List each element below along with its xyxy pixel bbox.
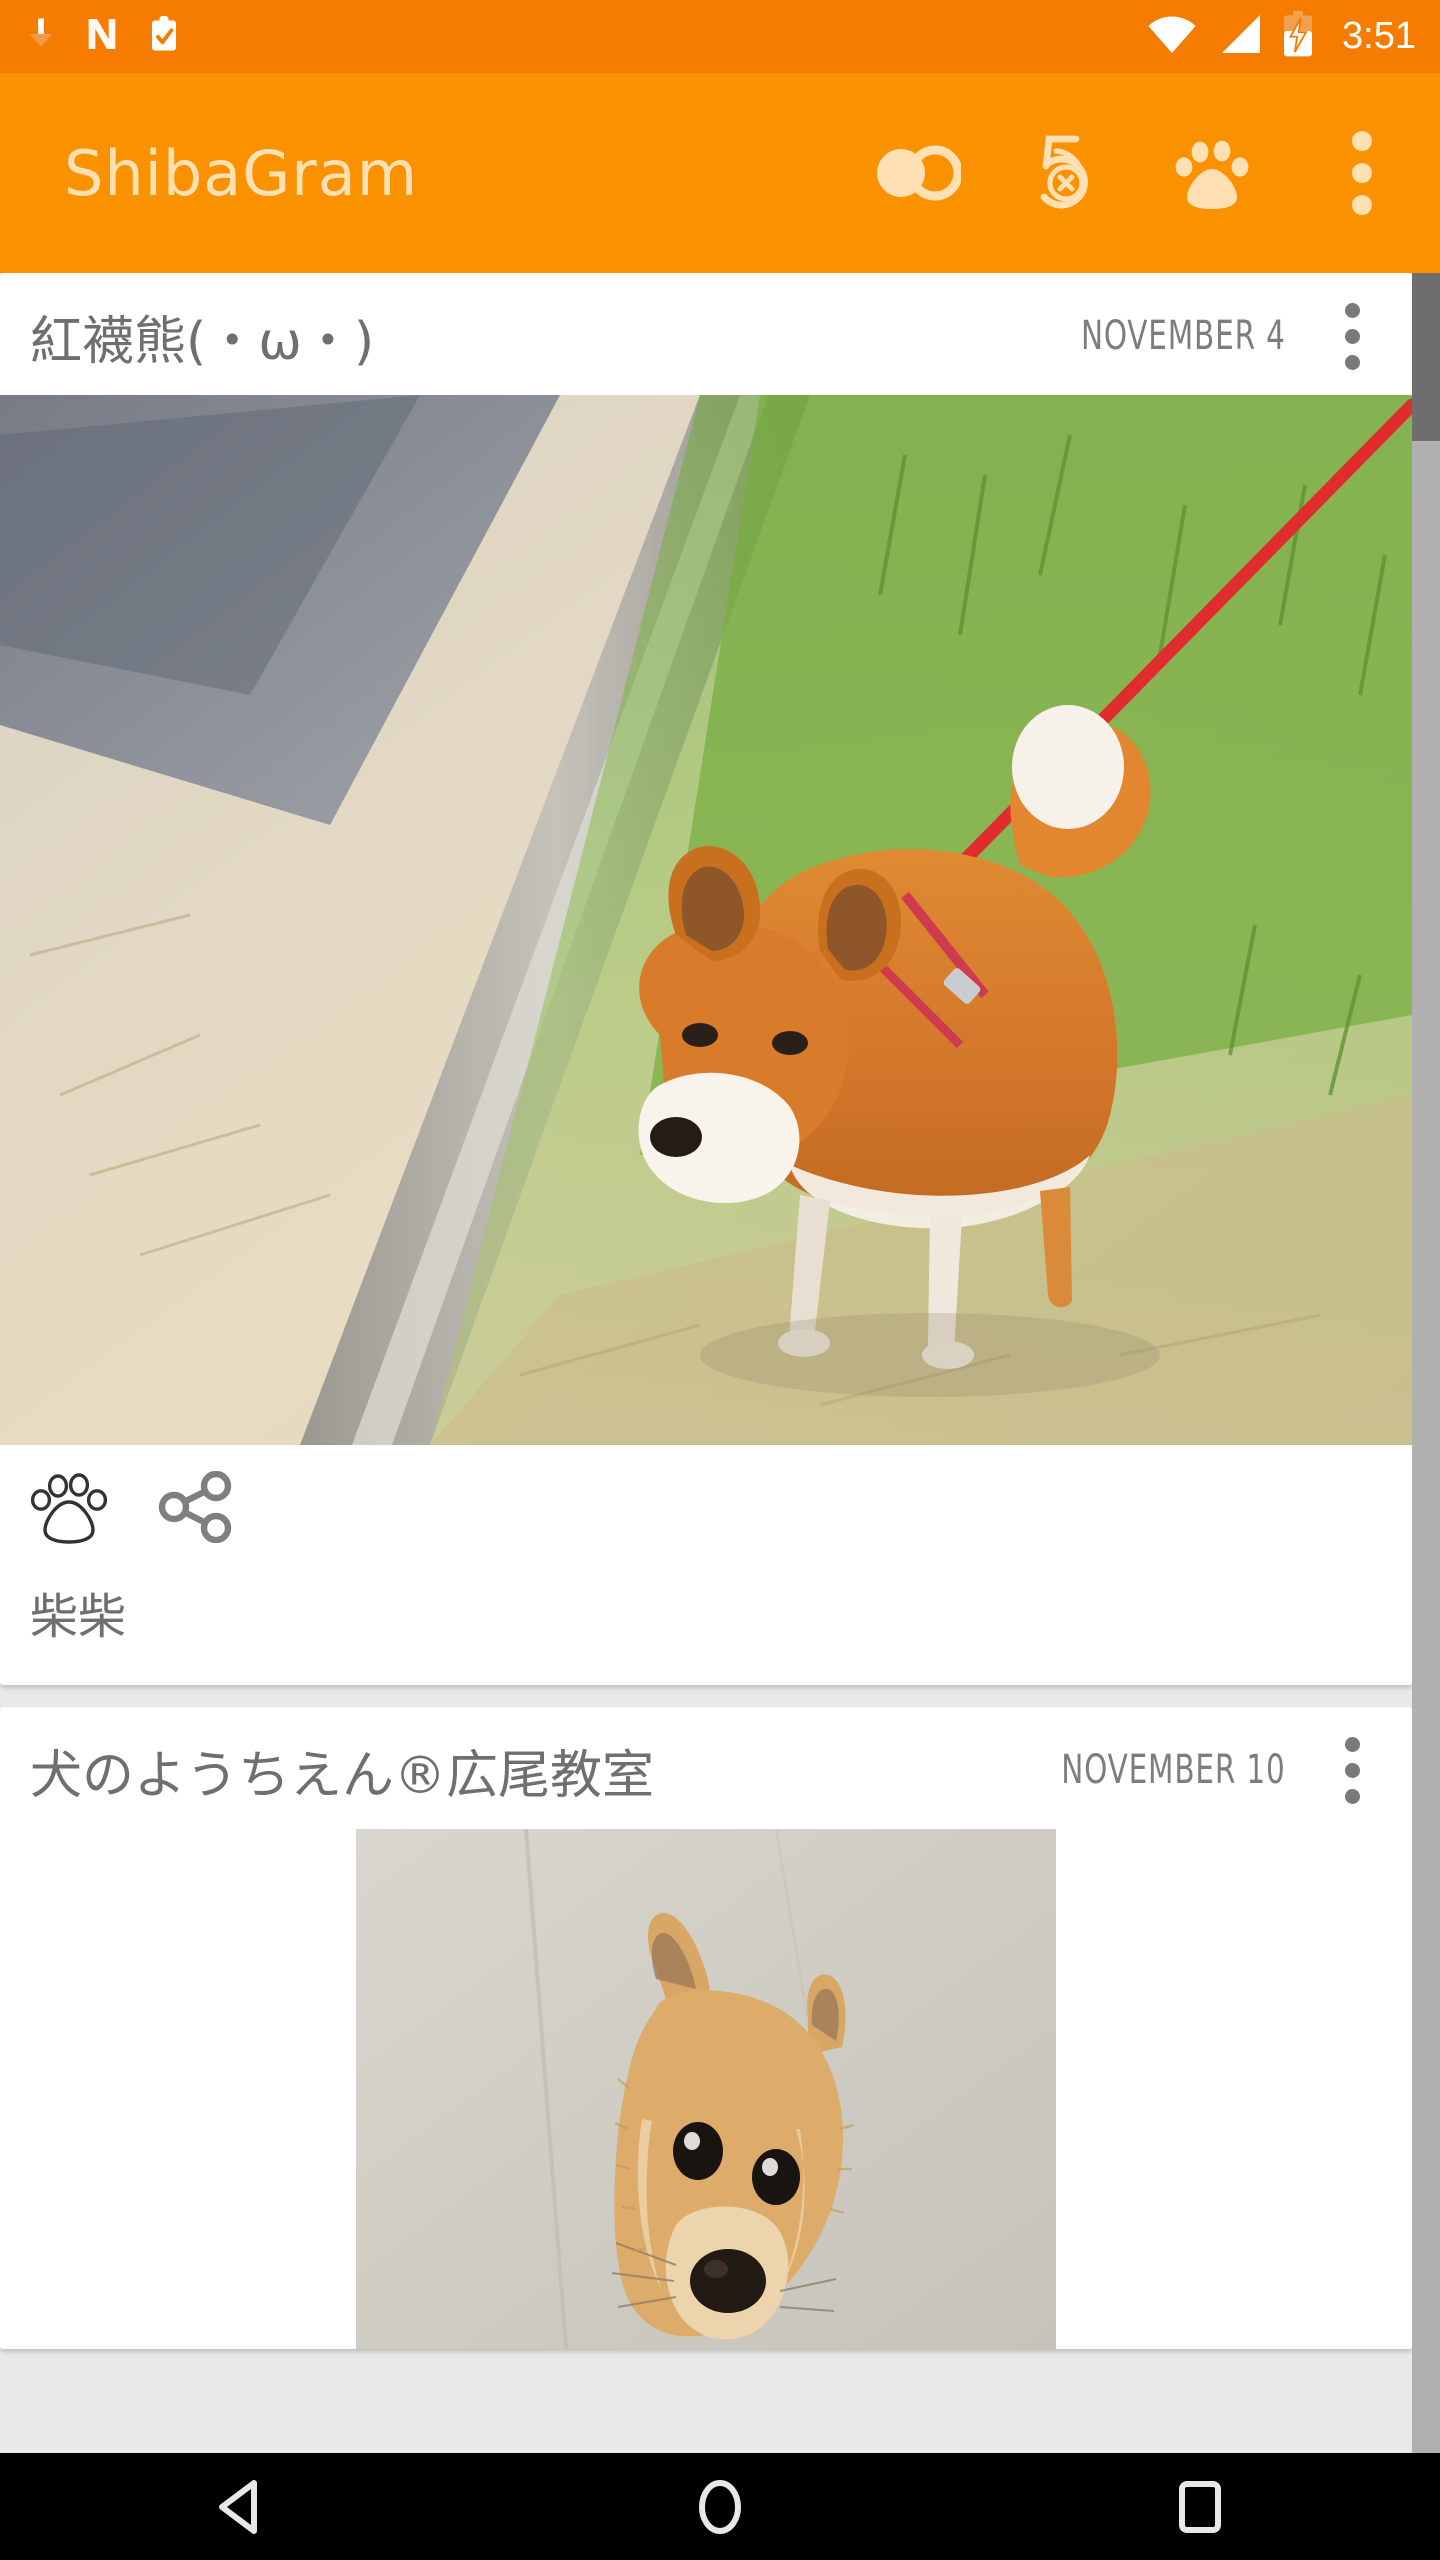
five-refresh-icon[interactable] <box>1022 129 1110 217</box>
dot <box>1344 328 1360 344</box>
feed-scrollbar-track[interactable] <box>1412 273 1440 2453</box>
android-app-screen: 3:51 ShibaGram 紅襪熊(・ω・) NOVEMBER 4 柴柴 犬の… <box>0 0 1440 2560</box>
app-bar: ShibaGram <box>0 73 1440 273</box>
download-icon <box>24 15 58 58</box>
wifi-icon <box>1146 13 1198 60</box>
nav-recents-button[interactable] <box>1110 2453 1290 2560</box>
post-card[interactable]: 紅襪熊(・ω・) November 4 <box>0 273 1412 1685</box>
post-caption: 柴柴 <box>30 1589 127 1645</box>
post-overflow-menu-icon[interactable] <box>1312 1725 1392 1815</box>
status-bar-notifications <box>24 13 182 60</box>
dot <box>1344 1762 1360 1778</box>
cellular-signal-icon <box>1216 13 1264 60</box>
paw-icon[interactable] <box>1170 129 1258 217</box>
post-username[interactable]: 犬のようちえん®広尾教室 <box>30 1733 654 1808</box>
post-card[interactable]: 犬のようちえん®広尾教室 November 10 <box>0 1707 1412 2349</box>
tasks-clipboard-icon <box>146 13 182 60</box>
status-bar: 3:51 <box>0 0 1440 73</box>
post-actions <box>0 1445 1412 1555</box>
paw-like-icon[interactable] <box>30 1469 112 1545</box>
app-bar-actions <box>874 129 1406 217</box>
status-bar-clock: 3:51 <box>1342 15 1416 57</box>
post-username[interactable]: 紅襪熊(・ω・) <box>30 299 374 374</box>
status-bar-indicators: 3:51 <box>1146 11 1416 62</box>
dot <box>1344 1736 1360 1752</box>
post-photo[interactable] <box>0 1829 1412 2349</box>
nav-home-button[interactable] <box>630 2453 810 2560</box>
dot <box>1344 354 1360 370</box>
post-photo[interactable] <box>0 395 1412 1445</box>
post-overflow-menu-icon[interactable] <box>1312 291 1392 381</box>
post-date: November 10 <box>1061 1747 1286 1793</box>
overflow-menu-icon[interactable] <box>1318 129 1406 217</box>
post-date: November 4 <box>1081 313 1286 359</box>
android-navigation-bar <box>0 2453 1440 2560</box>
post-header: 紅襪熊(・ω・) November 4 <box>0 273 1412 395</box>
nav-back-button[interactable] <box>150 2453 330 2560</box>
dot <box>1344 1788 1360 1804</box>
theme-toggle-icon[interactable] <box>874 129 962 217</box>
nova-launcher-icon <box>82 14 122 59</box>
feed-scrollbar-thumb[interactable] <box>1412 273 1440 441</box>
app-title: ShibaGram <box>64 136 419 210</box>
post-header: 犬のようちえん®広尾教室 November 10 <box>0 1707 1412 1829</box>
dot <box>1344 302 1360 318</box>
battery-charging-icon <box>1282 11 1314 62</box>
share-icon[interactable] <box>158 1471 234 1543</box>
post-feed[interactable]: 紅襪熊(・ω・) November 4 <box>0 273 1440 2453</box>
